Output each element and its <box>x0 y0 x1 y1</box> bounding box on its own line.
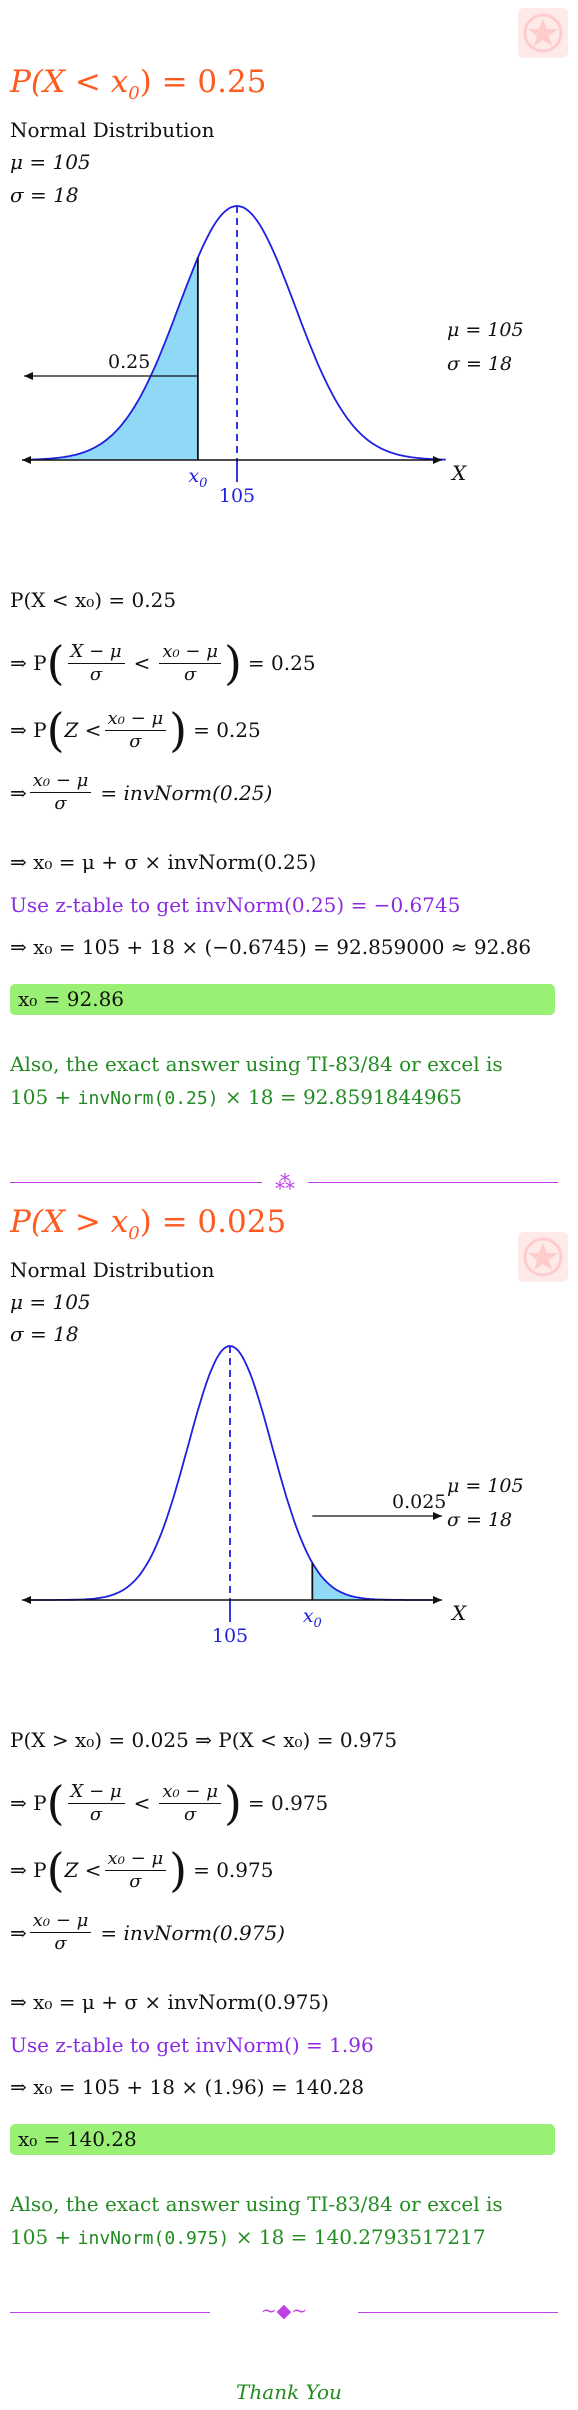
problem2-title: P(X > x0) = 0.025 <box>10 1204 287 1245</box>
problem1-step4: ⇒ x₀ − μσ = invNorm(0.25) <box>10 770 273 814</box>
problem2-dist-label: Normal Distribution <box>10 1258 215 1282</box>
x0-label: x0 <box>188 465 207 491</box>
problem1-dist-label: Normal Distribution <box>10 118 215 142</box>
problem1-step3: ⇒ P ( Z < x₀ − μσ ) = 0.25 <box>10 703 261 757</box>
x-axis-arrow-left <box>22 456 31 464</box>
problem2-answer: x₀ = 140.28 <box>10 2124 555 2155</box>
problem1-answer: x₀ = 92.86 <box>10 984 555 1015</box>
problem1-normal-curve-graph: 105 x0 X 0.25 μ = 105 σ = 18 <box>22 205 524 507</box>
problem2-ztable-note: Use z-table to get invNorm() = 1.96 <box>10 2033 374 2057</box>
area-label: 0.025 <box>392 1491 446 1513</box>
problem1-mu: μ = 105 <box>10 150 91 174</box>
legend-mu: μ = 105 <box>447 1475 524 1497</box>
brand-logo-1 <box>518 8 568 58</box>
problem2-step1: P(X > x₀) = 0.025 ⇒ P(X < x₀) = 0.975 <box>10 1728 398 1752</box>
x-axis-arrow-left <box>22 1596 31 1604</box>
legend-sigma: σ = 18 <box>447 353 512 375</box>
legend-mu: μ = 105 <box>447 319 524 341</box>
problem2-mu: μ = 105 <box>10 1290 91 1314</box>
problem1-step6: ⇒ x₀ = 105 + 18 × (−0.6745) = 92.859000 … <box>10 935 532 959</box>
problem1-step5: ⇒ x₀ = μ + σ × invNorm(0.25) <box>10 850 317 874</box>
problem1-step1: P(X < x₀) = 0.25 <box>10 588 177 612</box>
axis-label: X <box>450 461 467 485</box>
problem2-step5: ⇒ x₀ = μ + σ × invNorm(0.975) <box>10 1990 329 2014</box>
x0-label: x0 <box>303 1605 322 1631</box>
section-divider-1: ⁂ <box>10 1170 558 1194</box>
divider-flourish-icon: ~◆~ <box>260 2300 308 2322</box>
area-arrow-head <box>24 372 33 380</box>
problem2-step2: ⇒ P ( X − μσ < x₀ − μσ ) = 0.975 <box>10 1776 329 1830</box>
star-logo-icon <box>523 1237 563 1277</box>
problem1-exact: 105 + invNorm(0.25) × 18 = 92.8591844965 <box>10 1085 462 1109</box>
mean-label: 105 <box>219 485 255 507</box>
problem1-step2: ⇒ P ( X − μσ < x₀ − μσ ) = 0.25 <box>10 636 316 690</box>
star-logo-icon <box>523 13 563 53</box>
brand-logo-2 <box>518 1232 568 1282</box>
mean-label: 105 <box>212 1625 248 1647</box>
section-divider-2: ~◆~ <box>10 2300 558 2322</box>
problem2-step3: ⇒ P ( Z < x₀ − μσ ) = 0.975 <box>10 1843 274 1897</box>
problem2-step6: ⇒ x₀ = 105 + 18 × (1.96) = 140.28 <box>10 2075 365 2099</box>
x-axis-arrow-right <box>433 456 442 464</box>
problem2-normal-curve-graph: 105 x0 X 0.025 μ = 105 σ = 18 <box>22 1345 524 1647</box>
problem1-also: Also, the exact answer using TI-83/84 or… <box>10 1052 503 1076</box>
divider-ornament-icon: ⁂ <box>275 1170 295 1194</box>
problem1-title: P(X < x0) = 0.25 <box>10 64 267 105</box>
problem2-step4: ⇒ x₀ − μσ = invNorm(0.975) <box>10 1910 285 1954</box>
shaded-area <box>312 1562 432 1600</box>
area-arrow-head <box>433 1512 442 1520</box>
problem1-ztable-note: Use z-table to get invNorm(0.25) = −0.67… <box>10 893 461 917</box>
axis-label: X <box>450 1601 467 1625</box>
legend-sigma: σ = 18 <box>447 1509 512 1531</box>
x-axis-arrow-right <box>433 1596 442 1604</box>
area-label: 0.25 <box>108 351 150 373</box>
thank-you-text: Thank You <box>236 2380 342 2404</box>
problem2-also: Also, the exact answer using TI-83/84 or… <box>10 2192 503 2216</box>
problem2-exact: 105 + invNorm(0.975) × 18 = 140.27935172… <box>10 2225 486 2249</box>
